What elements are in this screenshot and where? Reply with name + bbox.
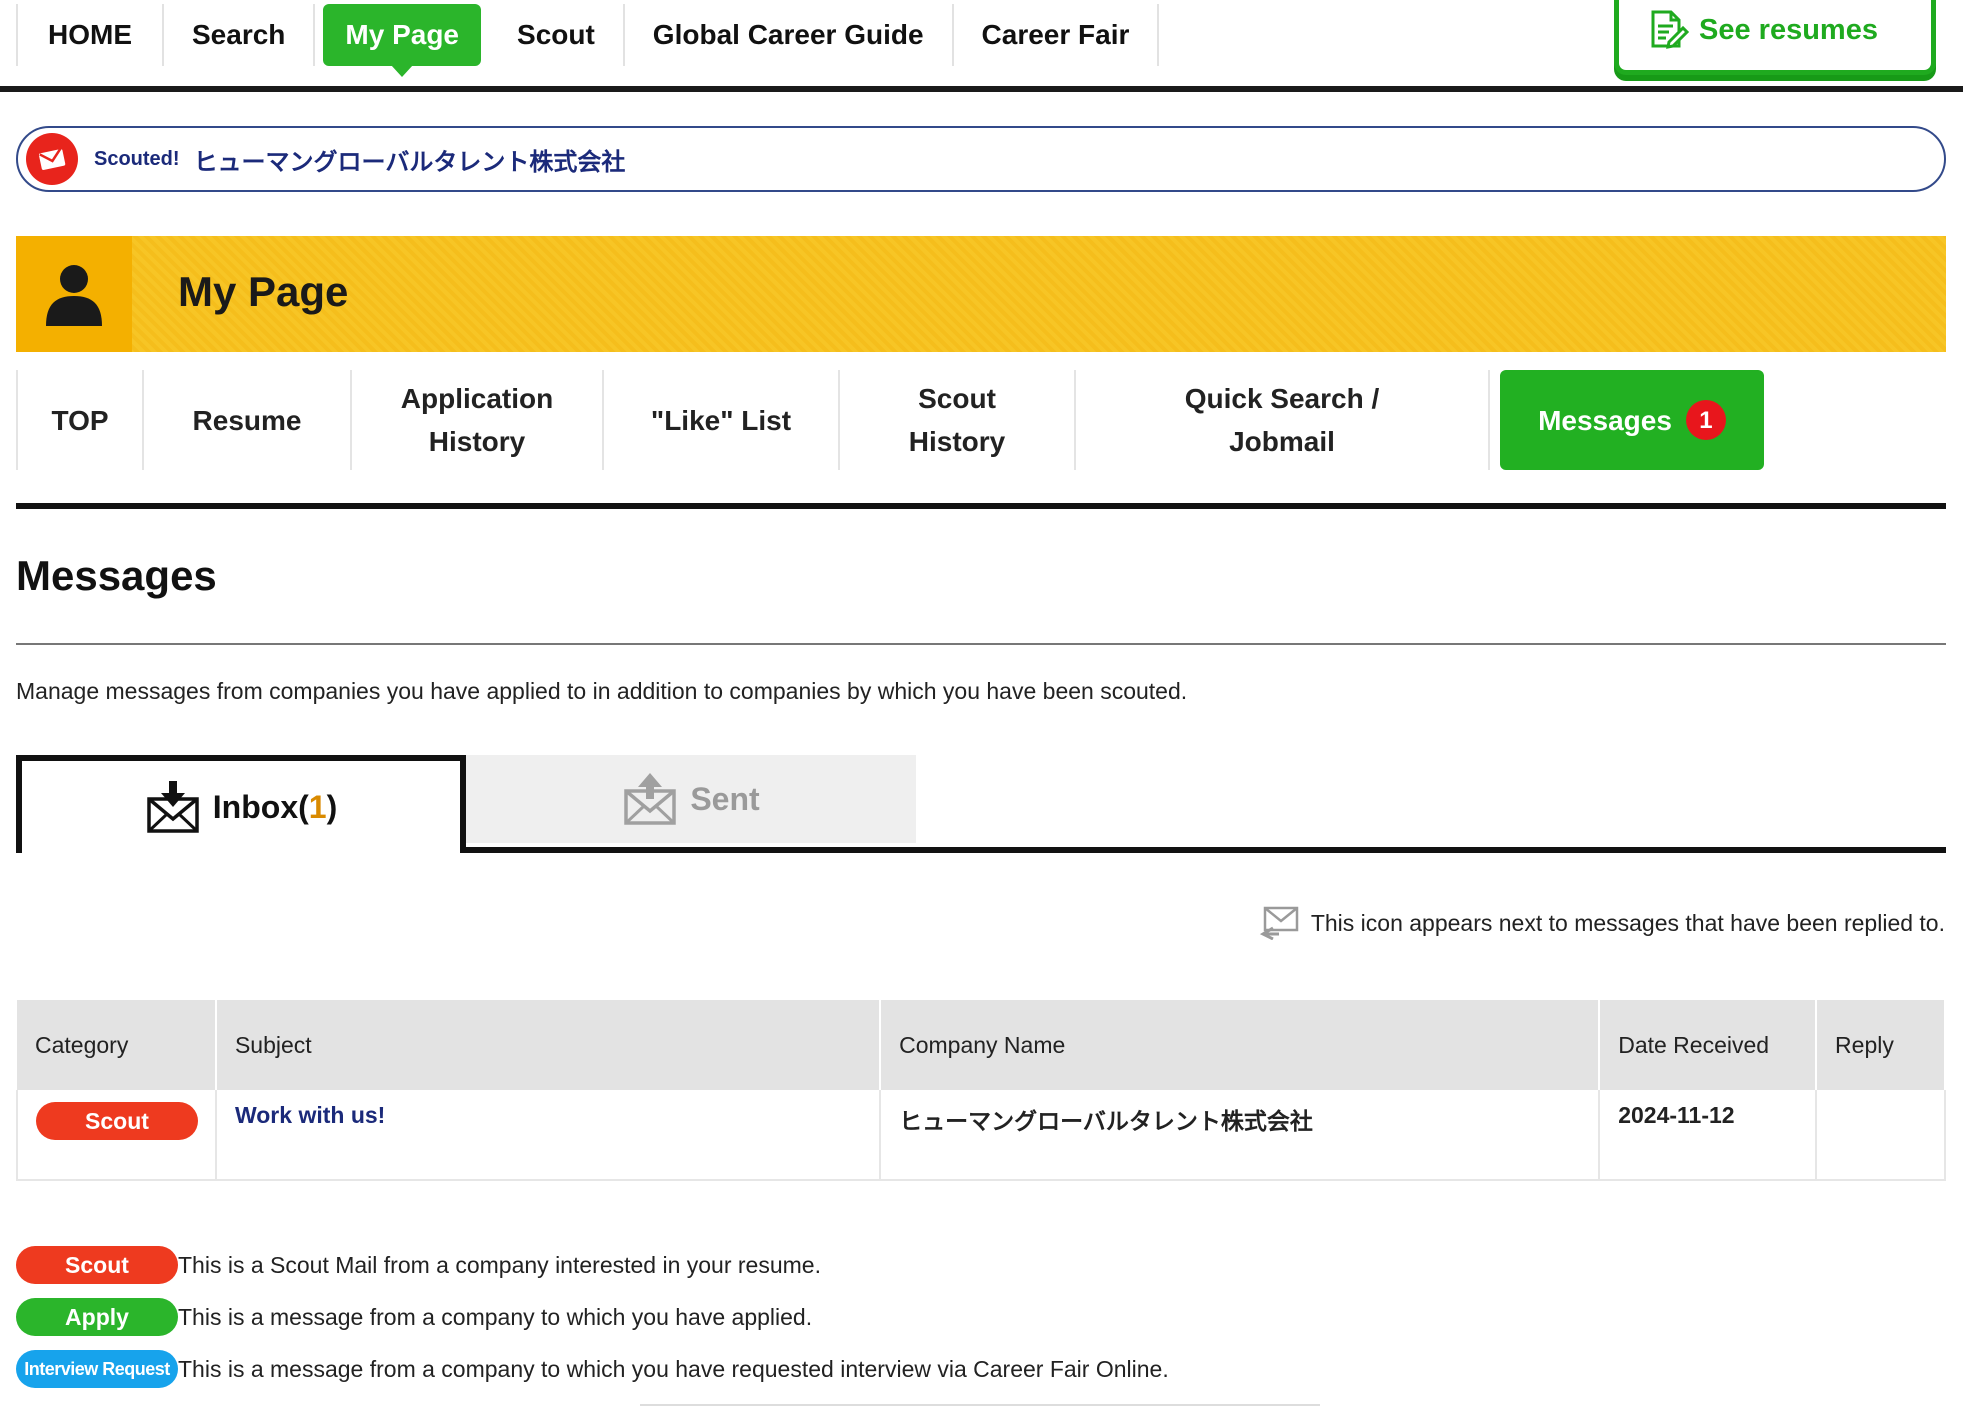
my-page-banner: My Page xyxy=(16,236,1946,352)
subnav-top[interactable]: TOP xyxy=(16,370,144,470)
legend-apply-text: This is a message from a company to whic… xyxy=(178,1303,813,1330)
table-header-row: Category Subject Company Name Date Recei… xyxy=(17,1000,1946,1090)
message-tabs: Inbox(1) Sent xyxy=(16,755,1946,853)
replied-icon xyxy=(1259,906,1299,940)
scouted-company-name[interactable]: ヒューマングローバルタレント株式会社 xyxy=(194,142,626,177)
inbox-label-text: Inbox( xyxy=(212,788,309,825)
cell-category: Scout xyxy=(16,1090,217,1181)
inbox-label-close: ) xyxy=(326,788,338,825)
nav-home[interactable]: HOME xyxy=(16,4,164,66)
top-nav: HOME Search My Page Scout Global Career … xyxy=(0,0,1963,92)
messages-heading: Messages xyxy=(16,552,217,599)
see-resumes-button[interactable]: See resumes xyxy=(1614,0,1936,75)
nav-my-page[interactable]: My Page xyxy=(323,4,482,77)
subnav-resume[interactable]: Resume xyxy=(144,370,352,470)
subnav-quick-search-jobmail[interactable]: Quick Search / Jobmail xyxy=(1076,370,1490,470)
subnav-messages-label: Messages xyxy=(1538,404,1672,436)
subnav-top-label: TOP xyxy=(51,404,109,436)
sent-icon xyxy=(624,773,677,825)
subnav-scout-history-line1: Scout xyxy=(918,383,996,414)
col-subject: Subject xyxy=(215,1000,882,1090)
tab-baseline xyxy=(464,847,1946,853)
legend-scout-pill: Scout xyxy=(16,1246,178,1284)
my-page-sub-nav: TOP Resume Application History "Like" Li… xyxy=(16,370,1946,509)
top-nav-list: HOME Search My Page Scout Global Career … xyxy=(16,4,1160,77)
col-company-name: Company Name xyxy=(880,1000,1601,1090)
see-resumes-label: See resumes xyxy=(1699,13,1878,46)
subnav-messages[interactable]: Messages 1 xyxy=(1500,370,1764,470)
table-row[interactable]: Scout Work with us! ヒューマングローバルタレント株式会社 2… xyxy=(16,1090,1946,1181)
cell-subject[interactable]: Work with us! xyxy=(215,1090,882,1181)
col-date-received: Date Received xyxy=(1599,1000,1818,1090)
subnav-application-history[interactable]: Application History xyxy=(352,370,604,470)
subnav-application-history-line2: History xyxy=(428,426,526,457)
tab-sent-label: Sent xyxy=(690,780,760,817)
replied-icon-note: This icon appears next to messages that … xyxy=(1259,906,1945,940)
scout-mail-icon xyxy=(26,133,78,185)
subnav-application-history-line1: Application xyxy=(400,383,554,414)
legend-item: Interview Request This is a message from… xyxy=(16,1350,1169,1388)
messages-table: Category Subject Company Name Date Recei… xyxy=(16,1000,1946,1181)
heading-divider xyxy=(16,643,1946,645)
subnav-resume-label: Resume xyxy=(192,404,302,436)
user-icon xyxy=(16,236,132,352)
tab-sent[interactable]: Sent xyxy=(466,755,916,843)
scouted-tag: Scouted! xyxy=(94,147,180,170)
unread-count-badge: 1 xyxy=(1685,400,1726,440)
replied-icon-note-text: This icon appears next to messages that … xyxy=(1310,909,1945,936)
cell-reply xyxy=(1816,1090,1946,1181)
subnav-like-list-label: "Like" List xyxy=(650,404,792,436)
cell-company: ヒューマングローバルタレント株式会社 xyxy=(880,1090,1601,1181)
col-category: Category xyxy=(17,1000,217,1090)
subnav-quick-search-label: Quick Search / Jobmail xyxy=(1185,377,1380,463)
messages-description: Manage messages from companies you have … xyxy=(16,678,1188,704)
subnav-quick-search-line1: Quick Search / xyxy=(1184,383,1380,414)
subnav-quick-search-line2: Jobmail xyxy=(1229,426,1335,457)
scouted-banner[interactable]: Scouted! ヒューマングローバルタレント株式会社 xyxy=(16,126,1946,192)
category-legend: Scout This is a Scout Mail from a compan… xyxy=(16,1246,1169,1402)
subnav-scout-history-label: Scout History xyxy=(909,377,1005,463)
tab-inbox[interactable]: Inbox(1) xyxy=(16,755,466,853)
legend-apply-pill: Apply xyxy=(16,1298,178,1336)
scout-category-pill: Scout xyxy=(36,1102,198,1140)
nav-scout[interactable]: Scout xyxy=(489,4,625,66)
subnav-like-list[interactable]: "Like" List xyxy=(604,370,840,470)
inbox-icon xyxy=(147,781,199,833)
col-reply: Reply xyxy=(1816,1000,1946,1090)
inbox-count: 1 xyxy=(308,788,327,825)
legend-item: Apply This is a message from a company t… xyxy=(16,1298,1169,1336)
page-title: My Page xyxy=(178,268,349,315)
legend-scout-text: This is a Scout Mail from a company inte… xyxy=(178,1251,821,1278)
subnav-scout-history[interactable]: Scout History xyxy=(840,370,1076,470)
tab-inbox-label: Inbox(1) xyxy=(213,789,337,826)
subnav-scout-history-line2: History xyxy=(908,426,1006,457)
nav-career-fair[interactable]: Career Fair xyxy=(954,4,1160,66)
legend-item: Scout This is a Scout Mail from a compan… xyxy=(16,1246,1169,1284)
resume-document-icon xyxy=(1651,10,1689,49)
nav-global-career-guide[interactable]: Global Career Guide xyxy=(625,4,954,66)
nav-search[interactable]: Search xyxy=(164,4,316,66)
subnav-application-history-label: Application History xyxy=(401,377,553,463)
message-subject-link[interactable]: Work with us! xyxy=(235,1102,385,1128)
cell-date-received: 2024-11-12 xyxy=(1599,1090,1818,1181)
legend-interview-pill: Interview Request xyxy=(16,1350,178,1388)
legend-interview-text: This is a message from a company to whic… xyxy=(178,1355,1169,1382)
